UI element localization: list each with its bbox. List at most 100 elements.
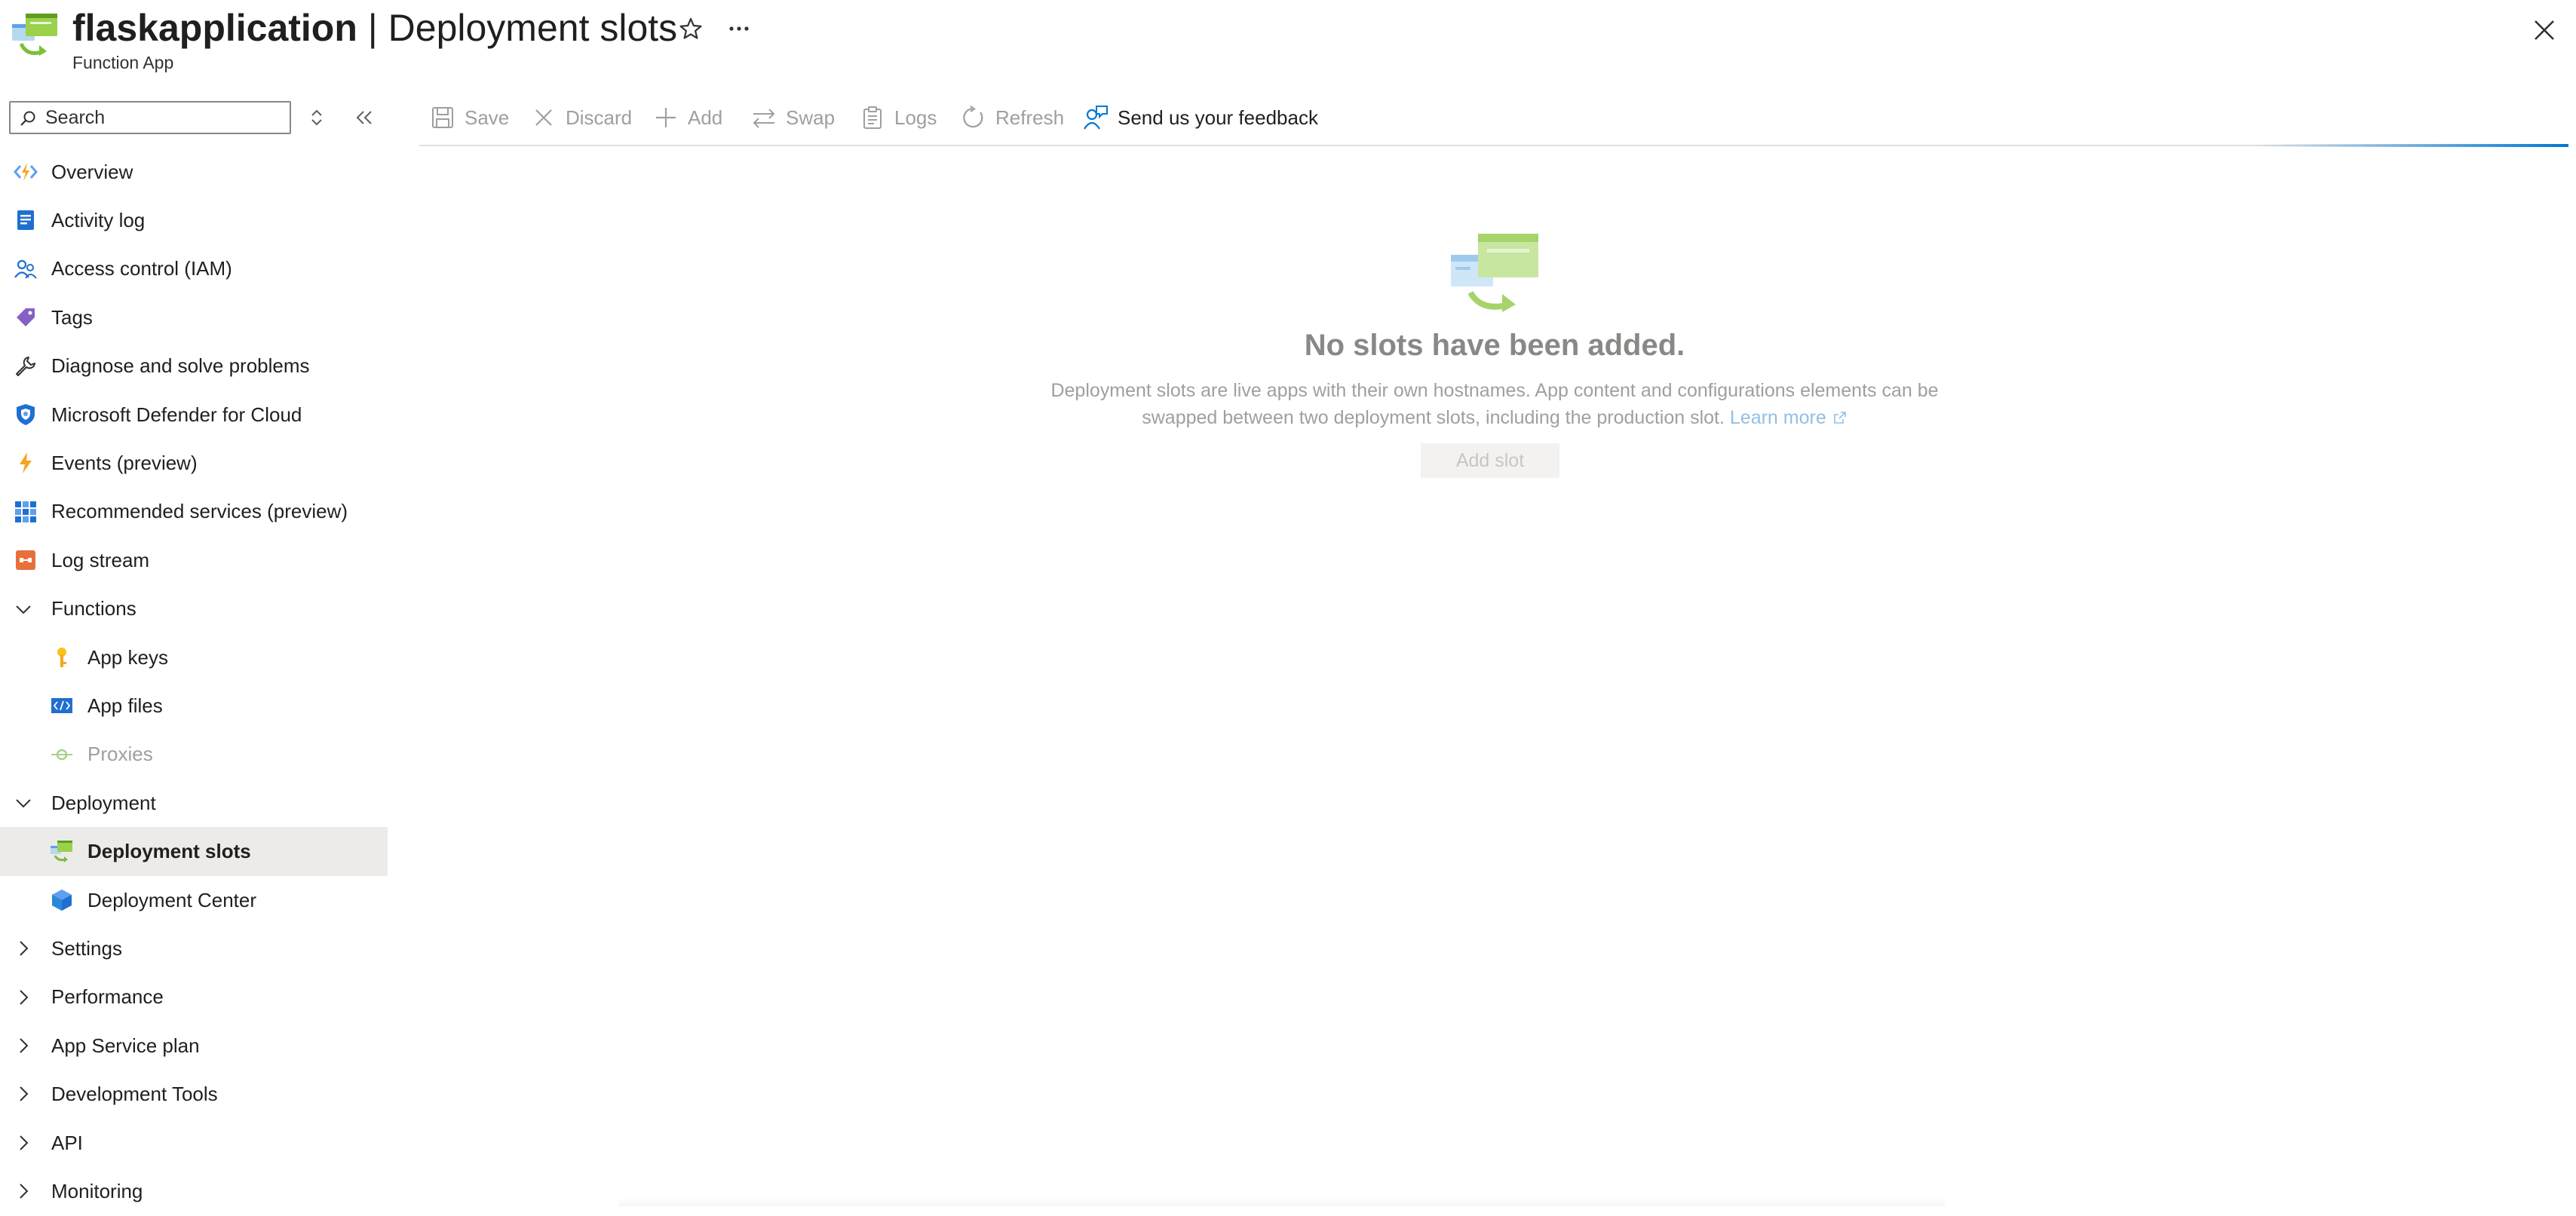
save-icon: [430, 105, 455, 130]
resource-type: Function App: [72, 53, 174, 72]
swap-label: Swap: [786, 106, 836, 129]
sidebar-item-label: Overview: [51, 160, 133, 183]
refresh-label: Refresh: [995, 106, 1065, 129]
wrench-icon: [14, 354, 38, 378]
sidebar-item-defender[interactable]: Microsoft Defender for Cloud: [0, 391, 388, 439]
sidebar-group-settings[interactable]: Settings: [0, 924, 388, 972]
sidebar-item-label: Events (preview): [51, 452, 198, 475]
search-input[interactable]: [45, 106, 279, 130]
chevron-down-icon: [15, 601, 32, 617]
sidebar-item-overview[interactable]: Overview: [0, 148, 388, 196]
loading-progress-bar: [2255, 144, 2568, 147]
sidebar-group-label: Performance: [51, 985, 164, 1009]
sidebar-group-label: Settings: [51, 936, 122, 960]
sidebar-item-iam[interactable]: Access control (IAM): [0, 245, 388, 293]
sidebar-group-app-service-plan[interactable]: App Service plan: [0, 1022, 388, 1070]
sidebar-item-deployment-slots[interactable]: Deployment slots: [0, 827, 388, 876]
sidebar-item-deployment-center[interactable]: Deployment Center: [0, 876, 388, 924]
sidebar-group-label: API: [51, 1131, 83, 1154]
feedback-person-icon: [1083, 105, 1109, 130]
sidebar-group-label: Functions: [51, 597, 136, 620]
sort-updown-icon[interactable]: [306, 106, 327, 130]
sidebar-item-app-files[interactable]: App files: [0, 682, 388, 730]
sidebar-group-label: App Service plan: [51, 1034, 200, 1057]
collapse-sidebar-icon[interactable]: [351, 106, 377, 130]
grid-icon: [14, 500, 38, 524]
logs-button[interactable]: Logs: [860, 96, 937, 139]
toolbar-divider: [419, 145, 2568, 146]
sidebar-item-diagnose[interactable]: Diagnose and solve problems: [0, 342, 388, 391]
sidebar-group-label: Development Tools: [51, 1083, 218, 1106]
function-app-icon: [14, 160, 38, 184]
sidebar-item-label: App files: [87, 694, 163, 717]
sidebar-item-label: Deployment slots: [87, 840, 251, 863]
iam-people-icon: [14, 257, 38, 281]
add-label: Add: [688, 106, 723, 129]
more-options-icon[interactable]: [724, 15, 754, 42]
chevron-down-icon: [15, 795, 32, 811]
sidebar-group-development-tools[interactable]: Development Tools: [0, 1070, 388, 1118]
chevron-right-icon: [15, 1183, 32, 1199]
sidebar-item-label: Deployment Center: [87, 888, 256, 911]
save-button[interactable]: Save: [430, 96, 509, 139]
chevron-right-icon: [15, 1135, 32, 1151]
sidebar-group-monitoring[interactable]: Monitoring: [0, 1167, 388, 1215]
content-bottom-shadow: [618, 1197, 1946, 1206]
blade-title: Deployment slots: [388, 7, 678, 49]
sidebar-search[interactable]: [9, 101, 291, 134]
clipboard-icon: [860, 105, 885, 130]
sidebar-item-recommended[interactable]: Recommended services (preview): [0, 488, 388, 536]
sidebar-item-label: Activity log: [51, 209, 146, 232]
sidebar-item-activity-log[interactable]: Activity log: [0, 196, 388, 244]
sidebar-group-deployment[interactable]: Deployment: [0, 779, 388, 827]
chevron-right-icon: [15, 989, 32, 1006]
sidebar-group-functions[interactable]: Functions: [0, 585, 388, 633]
discard-button[interactable]: Discard: [531, 96, 632, 139]
refresh-button[interactable]: Refresh: [961, 96, 1064, 139]
sidebar-item-tags[interactable]: Tags: [0, 293, 388, 342]
cube-icon: [50, 888, 74, 912]
sidebar-item-app-keys[interactable]: App keys: [0, 633, 388, 682]
refresh-icon: [961, 105, 986, 130]
activity-log-icon: [14, 208, 38, 232]
discard-label: Discard: [566, 106, 633, 129]
sidebar-group-api[interactable]: API: [0, 1119, 388, 1167]
function-app-icon: [11, 11, 60, 60]
tag-icon: [14, 305, 38, 329]
title-separator: |: [357, 7, 388, 49]
sidebar-item-label: App keys: [87, 645, 168, 669]
sidebar-group-label: Monitoring: [51, 1179, 143, 1202]
plus-icon: [653, 105, 679, 130]
sidebar-item-label: Microsoft Defender for Cloud: [51, 403, 302, 426]
deployment-slots-icon: [50, 839, 74, 863]
swap-icon: [751, 105, 777, 130]
add-slot-button[interactable]: Add slot: [1421, 443, 1559, 478]
sidebar-item-label: Log stream: [51, 548, 150, 571]
learn-more-link[interactable]: Learn more: [1730, 407, 1826, 428]
sidebar-group-performance[interactable]: Performance: [0, 973, 388, 1022]
close-icon[interactable]: [2529, 15, 2559, 45]
chevron-right-icon: [15, 1086, 32, 1102]
sidebar-item-label: Tags: [51, 305, 93, 329]
sidebar-item-proxies[interactable]: Proxies: [0, 731, 388, 779]
key-icon: [50, 645, 74, 669]
save-label: Save: [465, 106, 510, 129]
sidebar-item-label: Access control (IAM): [51, 257, 232, 280]
empty-state-title: No slots have been added.: [1304, 329, 1685, 362]
add-button[interactable]: Add: [653, 96, 722, 139]
favorite-star-icon[interactable]: [677, 15, 704, 42]
logs-label: Logs: [894, 106, 937, 129]
empty-state-description: Deployment slots are live apps with thei…: [1026, 377, 1964, 431]
swap-button[interactable]: Swap: [751, 96, 835, 139]
sidebar-item-label: Diagnose and solve problems: [51, 354, 310, 378]
sidebar-item-events[interactable]: Events (preview): [0, 439, 388, 487]
deployment-slots-icon: [1449, 232, 1540, 315]
feedback-button[interactable]: Send us your feedback: [1083, 96, 1318, 139]
chevron-right-icon: [15, 1037, 32, 1054]
close-icon: [531, 105, 557, 130]
chevron-right-icon: [15, 940, 32, 957]
external-link-icon: [1832, 410, 1848, 425]
sidebar-item-log-stream[interactable]: Log stream: [0, 536, 388, 584]
feedback-label: Send us your feedback: [1118, 106, 1318, 129]
sidebar-item-label: Recommended services (preview): [51, 500, 348, 523]
